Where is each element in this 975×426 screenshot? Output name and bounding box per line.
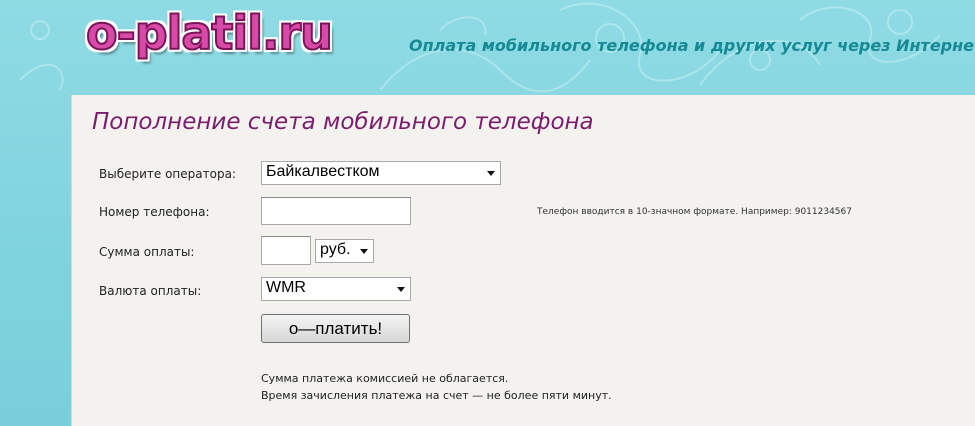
payment-form-panel: Пополнение счета мобильного телефона Выб… xyxy=(71,95,975,426)
crediting-time-note: Время зачисления платежа на счет — не бо… xyxy=(261,389,612,402)
amount-currency-select[interactable]: руб. xyxy=(315,239,374,263)
site-logo[interactable]: o-platil.ru xyxy=(85,5,334,61)
amount-currency-value: руб. xyxy=(320,241,351,258)
page-title: Пополнение счета мобильного телефона xyxy=(92,109,594,135)
chevron-down-icon xyxy=(397,287,405,292)
chevron-down-icon xyxy=(487,171,495,176)
payment-currency-value: WMR xyxy=(266,279,306,296)
phone-label: Номер телефона: xyxy=(99,205,210,219)
payment-currency-label: Валюта оплаты: xyxy=(99,284,202,298)
pay-button[interactable]: о—платить! xyxy=(261,314,410,343)
site-tagline: Оплата мобильного телефона и других услу… xyxy=(409,36,975,55)
payment-currency-select[interactable]: WMR xyxy=(261,277,411,301)
operator-select[interactable]: Байкалвестком xyxy=(261,161,501,185)
header: o-platil.ru Оплата мобильного телефона и… xyxy=(0,0,975,95)
operator-select-value: Байкалвестком xyxy=(266,163,380,180)
operator-label: Выберите оператора: xyxy=(99,167,236,181)
chevron-down-icon xyxy=(360,249,368,254)
phone-format-hint: Телефон вводится в 10-значном формате. Н… xyxy=(537,207,852,217)
commission-note: Сумма платежа комиссией не облагается. xyxy=(261,372,509,385)
phone-input[interactable] xyxy=(261,197,411,225)
amount-label: Сумма оплаты: xyxy=(99,245,195,259)
amount-input[interactable] xyxy=(261,236,311,265)
